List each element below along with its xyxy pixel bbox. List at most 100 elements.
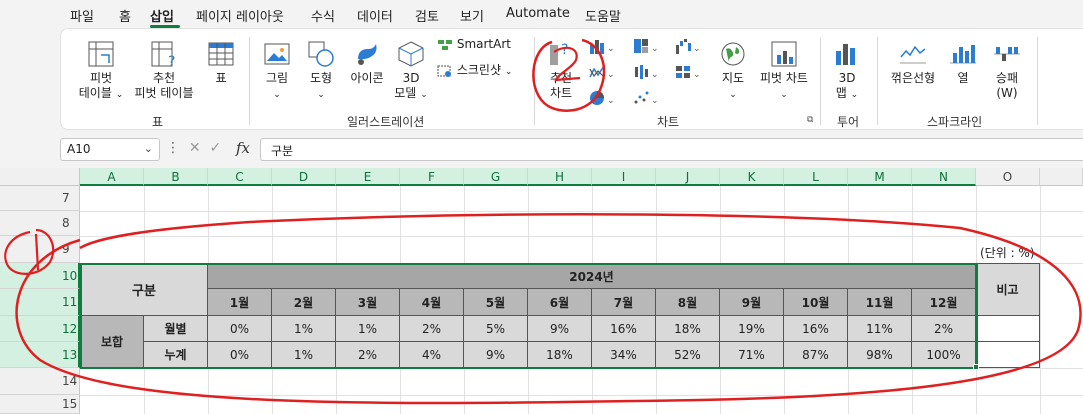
tab-view[interactable]: 보기 bbox=[460, 6, 484, 25]
month-header-cell[interactable]: 1월 bbox=[208, 289, 272, 316]
month-header-cell[interactable]: 8월 bbox=[656, 289, 720, 316]
header-note-cell[interactable]: 비고 bbox=[976, 263, 1040, 316]
cumulative-value-cell[interactable]: 34% bbox=[592, 342, 656, 368]
shapes-button[interactable]: 도형 ⌄ bbox=[301, 39, 341, 103]
month-header-cell[interactable]: 6월 bbox=[528, 289, 592, 316]
cumulative-value-cell[interactable]: 18% bbox=[528, 342, 592, 368]
formula-input[interactable]: 구분 bbox=[260, 138, 1083, 161]
column-chart-icon[interactable]: ⌄ bbox=[589, 37, 615, 55]
row-header-13[interactable]: 13 bbox=[0, 342, 80, 368]
monthly-value-cell[interactable]: 11% bbox=[848, 316, 912, 342]
sparkline-winloss-button[interactable]: 승패 (W) bbox=[987, 39, 1027, 101]
row-header-15[interactable]: 15 bbox=[0, 395, 80, 414]
cumulative-value-cell[interactable]: 1% bbox=[272, 342, 336, 368]
column-header-d[interactable]: D bbox=[272, 168, 336, 186]
monthly-value-cell[interactable]: 1% bbox=[272, 316, 336, 342]
monthly-value-cell[interactable]: 1% bbox=[336, 316, 400, 342]
more-options-icon[interactable]: ⋮ bbox=[166, 140, 180, 156]
cumulative-value-cell[interactable]: 0% bbox=[208, 342, 272, 368]
column-header-a[interactable]: A bbox=[80, 168, 144, 186]
month-header-cell[interactable]: 2월 bbox=[272, 289, 336, 316]
tab-help[interactable]: 도움말 bbox=[585, 6, 621, 25]
monthly-value-cell[interactable]: 16% bbox=[784, 316, 848, 342]
tab-home[interactable]: 홈 bbox=[119, 6, 131, 25]
month-header-cell[interactable]: 11월 bbox=[848, 289, 912, 316]
column-header-g[interactable]: G bbox=[464, 168, 528, 186]
month-header-cell[interactable]: 4월 bbox=[400, 289, 464, 316]
combo-chart-icon[interactable]: ⌄ bbox=[675, 63, 701, 81]
column-header-h[interactable]: H bbox=[528, 168, 592, 186]
cumulative-value-cell[interactable]: 2% bbox=[336, 342, 400, 368]
month-header-cell[interactable]: 7월 bbox=[592, 289, 656, 316]
cumulative-value-cell[interactable]: 52% bbox=[656, 342, 720, 368]
cumulative-value-cell[interactable]: 71% bbox=[720, 342, 784, 368]
picture-button[interactable]: 그림 ⌄ bbox=[257, 39, 297, 103]
tab-formulas[interactable]: 수식 bbox=[311, 6, 335, 25]
monthly-value-cell[interactable]: 16% bbox=[592, 316, 656, 342]
note-cell[interactable] bbox=[976, 342, 1040, 368]
month-header-cell[interactable]: 10월 bbox=[784, 289, 848, 316]
tab-file[interactable]: 파일 bbox=[70, 6, 94, 25]
maps-button[interactable]: 지도 ⌄ bbox=[715, 39, 751, 103]
header-category-cell[interactable]: 구분 bbox=[80, 263, 208, 316]
monthly-value-cell[interactable]: 2% bbox=[400, 316, 464, 342]
tab-data[interactable]: 데이터 bbox=[357, 6, 393, 25]
recommended-charts-button[interactable]: ? 추천 차트 bbox=[539, 39, 583, 101]
month-header-cell[interactable]: 5월 bbox=[464, 289, 528, 316]
chevron-down-icon[interactable]: ⌄ bbox=[144, 142, 153, 155]
column-header-l[interactable]: L bbox=[784, 168, 848, 186]
charts-dialog-launcher-icon[interactable]: ⧉ bbox=[807, 115, 813, 125]
month-header-cell[interactable]: 12월 bbox=[912, 289, 976, 316]
row-header-8[interactable]: 8 bbox=[0, 211, 80, 236]
column-header-e[interactable]: E bbox=[336, 168, 400, 186]
row-header-9[interactable]: 9 bbox=[0, 236, 80, 263]
smartart-button[interactable]: SmartArt bbox=[437, 37, 511, 52]
row-header-12[interactable]: 12 bbox=[0, 316, 80, 342]
fill-handle[interactable] bbox=[973, 364, 979, 370]
cumulative-value-cell[interactable]: 87% bbox=[784, 342, 848, 368]
line-chart-icon[interactable]: ⌄ bbox=[589, 63, 615, 81]
column-header-n[interactable]: N bbox=[912, 168, 976, 186]
worksheet-grid[interactable]: A B C D E F G H I J K L M N O 7 8 9 10 1… bbox=[0, 168, 1083, 414]
column-header-j[interactable]: J bbox=[656, 168, 720, 186]
sparkline-line-button[interactable]: 꺾은선형 bbox=[885, 39, 941, 86]
3d-map-button[interactable]: 3D 맵 ⌄ bbox=[827, 39, 867, 103]
insert-function-icon[interactable]: fx bbox=[236, 139, 250, 157]
monthly-value-cell[interactable]: 19% bbox=[720, 316, 784, 342]
cumulative-value-cell[interactable]: 100% bbox=[912, 342, 976, 368]
row-header-10[interactable]: 10 bbox=[0, 263, 80, 289]
note-cell[interactable] bbox=[976, 316, 1040, 342]
month-header-cell[interactable]: 9월 bbox=[720, 289, 784, 316]
column-header-o[interactable]: O bbox=[976, 168, 1040, 186]
tab-review[interactable]: 검토 bbox=[415, 6, 439, 25]
month-header-cell[interactable]: 3월 bbox=[336, 289, 400, 316]
monthly-value-cell[interactable]: 18% bbox=[656, 316, 720, 342]
sparkline-column-button[interactable]: 열 bbox=[945, 39, 981, 86]
cumulative-value-cell[interactable]: 98% bbox=[848, 342, 912, 368]
3d-model-button[interactable]: 3D 모델 ⌄ bbox=[391, 39, 431, 103]
table-button[interactable]: 표 bbox=[201, 39, 241, 86]
column-header-k[interactable]: K bbox=[720, 168, 784, 186]
cumulative-label-cell[interactable]: 누계 bbox=[144, 342, 208, 368]
scatter-chart-icon[interactable]: ⌄ bbox=[633, 89, 659, 107]
waterfall-chart-icon[interactable]: ⌄ bbox=[675, 37, 701, 55]
column-header-p[interactable] bbox=[1040, 168, 1083, 186]
recommended-pivot-button[interactable]: ? 추천 피벗 테이블 bbox=[131, 39, 197, 101]
header-year-cell[interactable]: 2024년 bbox=[208, 263, 976, 289]
row-header-14[interactable]: 14 bbox=[0, 368, 80, 395]
column-header-f[interactable]: F bbox=[400, 168, 464, 186]
tab-page-layout[interactable]: 페이지 레이아웃 bbox=[196, 6, 284, 25]
cumulative-value-cell[interactable]: 4% bbox=[400, 342, 464, 368]
cumulative-value-cell[interactable]: 9% bbox=[464, 342, 528, 368]
column-header-i[interactable]: I bbox=[592, 168, 656, 186]
row-header-7[interactable]: 7 bbox=[0, 186, 80, 211]
row-header-11[interactable]: 11 bbox=[0, 289, 80, 316]
monthly-value-cell[interactable]: 9% bbox=[528, 316, 592, 342]
monthly-value-cell[interactable]: 2% bbox=[912, 316, 976, 342]
column-header-m[interactable]: M bbox=[848, 168, 912, 186]
hierarchy-chart-icon[interactable]: ⌄ bbox=[633, 37, 659, 55]
column-header-c[interactable]: C bbox=[208, 168, 272, 186]
monthly-value-cell[interactable]: 5% bbox=[464, 316, 528, 342]
monthly-value-cell[interactable]: 0% bbox=[208, 316, 272, 342]
monthly-label-cell[interactable]: 월별 bbox=[144, 316, 208, 342]
